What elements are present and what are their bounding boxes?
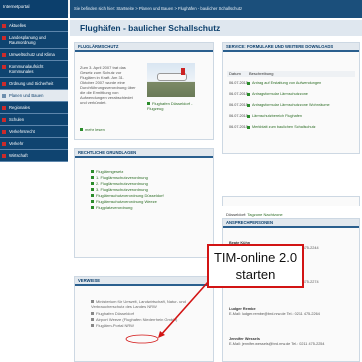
callout-arrow (125, 281, 209, 344)
callout-line-1: TIM-online 2.0 (213, 250, 298, 265)
tim-online-callout: TIM-online 2.0 starten (207, 244, 304, 288)
callout-line-2: starten (235, 267, 276, 282)
page: Internetportal Sie befinden sich hier: S… (0, 0, 362, 362)
